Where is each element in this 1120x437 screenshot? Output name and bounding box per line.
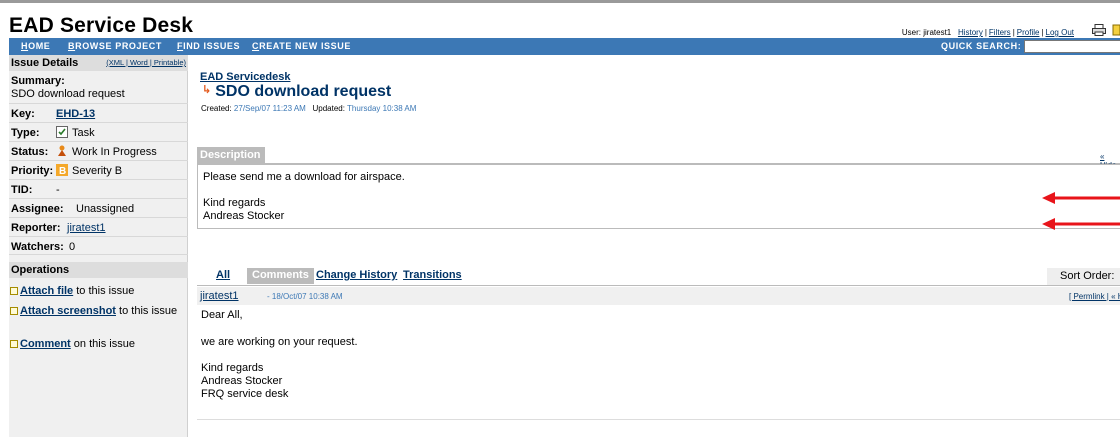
description-body: Please send me a download for airspace. …: [197, 164, 1120, 229]
operation-bullet-icon: [10, 307, 18, 315]
filters-link[interactable]: Filters: [989, 28, 1011, 37]
operation-bullet-icon: [10, 340, 18, 348]
issue-dates: Created: 27/Sep/07 11:23 AM Updated: Thu…: [201, 104, 417, 113]
watchers-row: Watchers: 0: [9, 237, 188, 255]
key-row: Key: EHD-13: [9, 104, 188, 123]
issue-key-link[interactable]: EHD-13: [56, 108, 95, 120]
tab-all[interactable]: All: [216, 269, 230, 281]
assignee-value: Unassigned: [76, 203, 135, 215]
history-link[interactable]: History: [958, 28, 983, 37]
comment-body: Dear All, we are working on your request…: [197, 305, 1120, 420]
nav-find-issues[interactable]: FIND ISSUES: [177, 41, 240, 51]
summary-value: SDO download request: [11, 88, 125, 100]
tab-transitions[interactable]: Transitions: [403, 269, 462, 281]
user-bar: User: jiratest1 History | Filters | Profile |…: [901, 28, 1074, 37]
reporter-row: Reporter: jiratest1: [9, 218, 188, 237]
project-link[interactable]: EAD Servicedesk: [200, 71, 291, 83]
subtask-arrow-icon: ↳: [202, 84, 212, 96]
description-line: Kind regards: [203, 197, 266, 209]
nav-home[interactable]: HOME: [21, 41, 50, 51]
attach-file-operation: Attach file to this issue: [10, 285, 134, 297]
comment-actions[interactable]: [ Permlink | « Hide ]: [1069, 292, 1120, 301]
description-line: Please send me a download for airspace.: [203, 171, 405, 183]
comment-line: Kind regards: [201, 362, 264, 374]
current-user: User: jiratest1: [901, 28, 952, 37]
operations-header: Operations: [9, 262, 188, 278]
type-row: Type: Task: [9, 123, 188, 142]
app-title: EAD Service Desk: [9, 14, 194, 37]
comment-operation: Comment on this issue: [10, 338, 135, 350]
assignee-row: Assignee: Unassigned: [9, 199, 188, 218]
comment-author-link[interactable]: jiratest1: [200, 290, 239, 302]
quick-search-input[interactable]: [1024, 40, 1120, 53]
annotation-arrows: [1042, 192, 1120, 230]
description-tab: Description: [197, 147, 265, 164]
comment-line: we are working on your request.: [201, 336, 358, 348]
export-links[interactable]: (XML | Word | Printable): [106, 58, 186, 67]
quick-search-label: QUICK SEARCH:: [941, 41, 1022, 51]
summary-row: Summary: SDO download request: [9, 71, 188, 104]
issue-details-header: Issue Details (XML | Word | Printable): [9, 55, 188, 71]
tabs-divider: [197, 285, 1120, 286]
created-date: 27/Sep/07 11:23 AM: [233, 104, 306, 113]
tab-change-history[interactable]: Change History: [316, 269, 397, 281]
operation-bullet-icon: [10, 287, 18, 295]
reporter-link[interactable]: jiratest1: [67, 222, 106, 234]
top-border: [0, 0, 1120, 3]
profile-link[interactable]: Profile: [1017, 28, 1040, 37]
task-icon: [56, 126, 68, 138]
nav-browse-project[interactable]: BROWSE PROJECT: [68, 41, 162, 51]
red-arrow-icon: [1042, 218, 1120, 230]
comment-header: jiratest1 - 18/Oct/07 10:38 AM [ Permlin…: [197, 287, 1120, 305]
comment-line: Andreas Stocker: [201, 375, 283, 387]
description-line: Andreas Stocker: [203, 210, 285, 222]
printer-icon[interactable]: [1092, 24, 1106, 36]
partial-icon[interactable]: [1112, 24, 1120, 36]
tab-comments[interactable]: Comments: [247, 268, 314, 284]
tid-value: -: [56, 184, 60, 196]
attach-screenshot-link[interactable]: Attach screenshot: [20, 305, 116, 317]
sort-order-control[interactable]: Sort Order:: [1047, 268, 1120, 285]
issue-title: ↳ SDO download request: [202, 83, 392, 100]
red-arrow-icon: [1042, 192, 1120, 204]
attach-screenshot-operation: Attach screenshot to this issue: [10, 305, 177, 317]
tid-row: TID: -: [9, 180, 188, 199]
logout-link[interactable]: Log Out: [1046, 28, 1074, 37]
updated-date: Thursday 10:38 AM: [347, 104, 417, 113]
nav-create-new-issue[interactable]: CREATE NEW ISSUE: [252, 41, 351, 51]
attach-file-link[interactable]: Attach file: [20, 285, 73, 297]
watchers-count: 0: [69, 241, 76, 253]
priority-row: Priority: B Severity B: [9, 161, 188, 180]
work-in-progress-icon: [58, 145, 66, 156]
severity-b-icon: B: [56, 164, 68, 176]
summary-label: Summary:: [11, 75, 65, 87]
status-row: Status: Work In Progress: [9, 142, 188, 161]
activity-tabs: All Comments Change History Transitions: [197, 268, 1120, 285]
svg-text:B: B: [59, 166, 66, 176]
main-nav-bar: HOME BROWSE PROJECT FIND ISSUES CREATE N…: [9, 38, 1120, 55]
comment-date: - 18/Oct/07 10:38 AM: [267, 292, 343, 301]
comment-line: FRQ service desk: [201, 388, 289, 400]
issue-details-sidebar: Issue Details (XML | Word | Printable) S…: [9, 55, 188, 437]
comment-line: Dear All,: [201, 309, 243, 321]
comment-link[interactable]: Comment: [20, 338, 71, 350]
